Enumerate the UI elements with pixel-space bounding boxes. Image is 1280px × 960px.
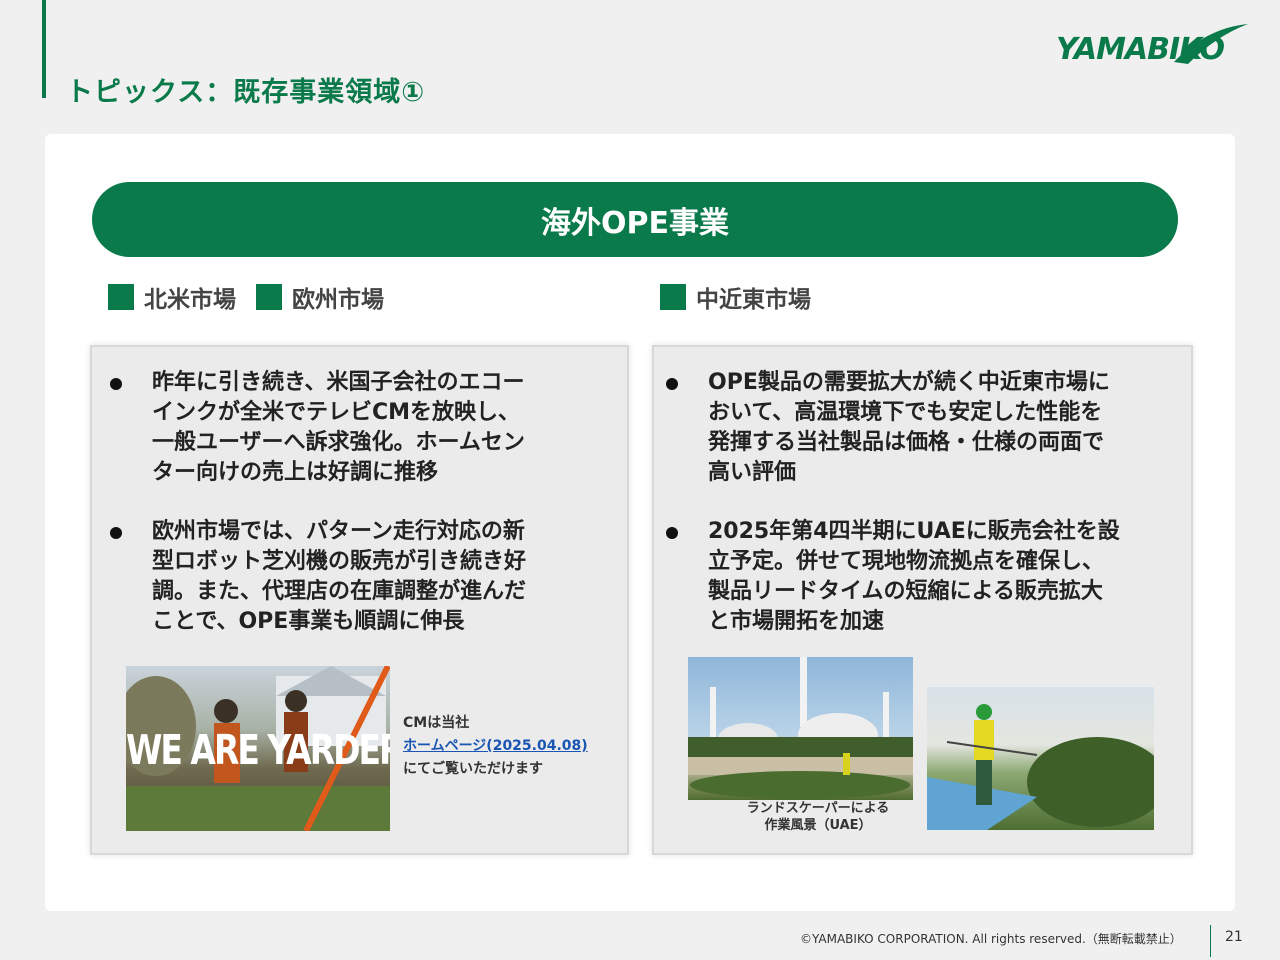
title-accent-bar xyxy=(42,0,46,98)
market-label-text: 中近東市場 xyxy=(696,287,811,313)
photo-caption: ランドスケーパーによる 作業風景（UAE） xyxy=(718,800,918,834)
bullet-dot-icon xyxy=(110,527,122,539)
cm-image[interactable]: WE ARE YARDERS xyxy=(126,666,390,831)
bullet-text: 欧州市場では、パターン走行対応の新 型ロボット芝刈機の販売が引き続き好 調。また… xyxy=(152,519,527,634)
left-bullet-1: 昨年に引き続き、米国子会社のエコー インクが全米でテレビCMを放映し、 一般ユー… xyxy=(110,368,610,488)
cm-note-line1: CMは当社 xyxy=(403,715,470,731)
mosque-scene-graphic xyxy=(688,657,913,799)
cm-note: CMは当社 ホームページ(2025.04.08) にてご覧いただけます xyxy=(403,712,588,781)
bullet-dot-icon xyxy=(110,378,122,390)
page-number: 21 xyxy=(1225,929,1243,945)
bullet-text: 昨年に引き続き、米国子会社のエコー インクが全米でテレビCMを放映し、 一般ユー… xyxy=(152,370,525,485)
market-label-text: 北米市場 xyxy=(144,287,236,313)
bullet-dot-icon xyxy=(666,378,678,390)
cm-note-line3: にてご覧いただけます xyxy=(403,761,543,777)
footer-divider xyxy=(1210,925,1211,957)
uae-mosque-photo[interactable] xyxy=(688,657,913,800)
market-label-middle-east: 中近東市場 xyxy=(660,283,811,313)
cm-image-text: WE ARE YARDERS xyxy=(126,725,390,774)
banner-title: 海外OPE事業 xyxy=(541,205,729,241)
caption-line2: 作業風景（UAE） xyxy=(764,818,872,833)
worker-scene-graphic xyxy=(927,704,1154,830)
footer-copyright: ©YAMABIKO CORPORATION. All rights reserv… xyxy=(800,932,1182,946)
caption-line1: ランドスケーパーによる xyxy=(746,801,890,816)
market-label-europe: 欧州市場 xyxy=(256,283,384,313)
market-label-text: 欧州市場 xyxy=(292,287,384,313)
logo-text: YAMABIKO xyxy=(1056,32,1225,67)
bullet-text: 2025年第4四半期にUAEに販売会社を設 立予定。併せて現地物流拠点を確保し、… xyxy=(708,519,1120,634)
market-label-north-america: 北米市場 xyxy=(108,283,236,313)
left-bullet-2: 欧州市場では、パターン走行対応の新 型ロボット芝刈機の販売が引き続き好 調。また… xyxy=(110,517,610,637)
right-bullet-1: OPE製品の需要拡大が続く中近東市場に おいて、高温環境下でも安定した性能を 発… xyxy=(666,368,1176,488)
green-square-icon xyxy=(660,284,686,310)
green-square-icon xyxy=(108,284,134,310)
uae-worker-photo[interactable] xyxy=(927,687,1154,830)
section-banner: 海外OPE事業 xyxy=(92,182,1178,257)
homepage-link[interactable]: ホームページ(2025.04.08) xyxy=(403,735,588,758)
bullet-dot-icon xyxy=(666,527,678,539)
yamabiko-logo: YAMABIKO xyxy=(1056,20,1252,72)
bullet-text: OPE製品の需要拡大が続く中近東市場に おいて、高温環境下でも安定した性能を 発… xyxy=(708,370,1110,485)
right-bullet-2: 2025年第4四半期にUAEに販売会社を設 立予定。併せて現地物流拠点を確保し、… xyxy=(666,517,1176,637)
green-square-icon xyxy=(256,284,282,310)
page-title: トピックス：既存事業領域① xyxy=(66,77,426,108)
